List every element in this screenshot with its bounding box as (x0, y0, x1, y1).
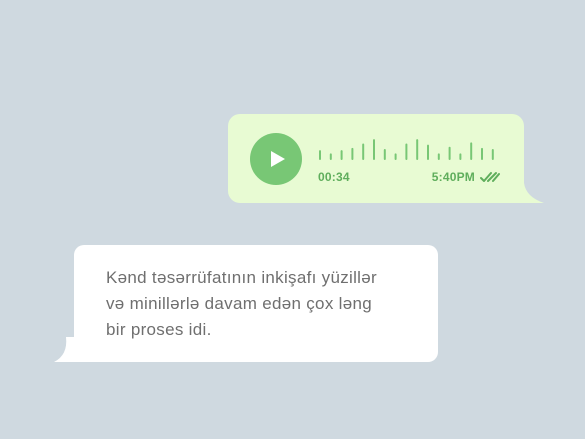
double-check-icon (480, 172, 500, 182)
voice-waveform[interactable] (318, 136, 498, 160)
voice-bubble-tail (514, 183, 544, 203)
waveform-bar (437, 153, 440, 160)
play-button[interactable] (250, 133, 302, 185)
text-message-bubble: Kənd təsərrüfatının inkişafı yüzillər və… (74, 245, 438, 362)
waveform-bar (459, 153, 462, 160)
waveform-bar (416, 139, 419, 160)
chat-area: 00:34 5:40PM Kənd təsərrüfatının inkişaf… (0, 0, 585, 439)
waveform-bar (351, 147, 354, 160)
message-line: Kənd təsərrüfatının inkişafı yüzillər (106, 268, 377, 287)
waveform-bar (394, 153, 397, 160)
waveform-bar (427, 144, 429, 160)
waveform-bar (481, 147, 483, 160)
message-text: Kənd təsərrüfatının inkişafı yüzillər və… (106, 265, 416, 343)
waveform-bar (383, 149, 386, 160)
play-icon (271, 151, 285, 167)
voice-message-bubble: 00:34 5:40PM (228, 114, 524, 203)
waveform-bar (329, 153, 332, 160)
waveform-bar (319, 150, 321, 160)
message-line: bir proses idi. (106, 320, 212, 339)
waveform-bar (491, 149, 494, 160)
waveform-bar (448, 146, 451, 160)
message-sent-time: 5:40PM (431, 170, 475, 184)
message-line: və minillərlə davam edən çox ləng (106, 294, 372, 313)
text-bubble-tail (54, 337, 76, 362)
waveform-bar (373, 139, 375, 160)
voice-message-meta: 5:40PM (432, 170, 500, 184)
waveform-bar (470, 142, 473, 160)
waveform-bar (405, 143, 408, 160)
waveform-bar (340, 150, 343, 160)
waveform-bar (362, 143, 365, 160)
voice-duration: 00:34 (318, 170, 350, 184)
